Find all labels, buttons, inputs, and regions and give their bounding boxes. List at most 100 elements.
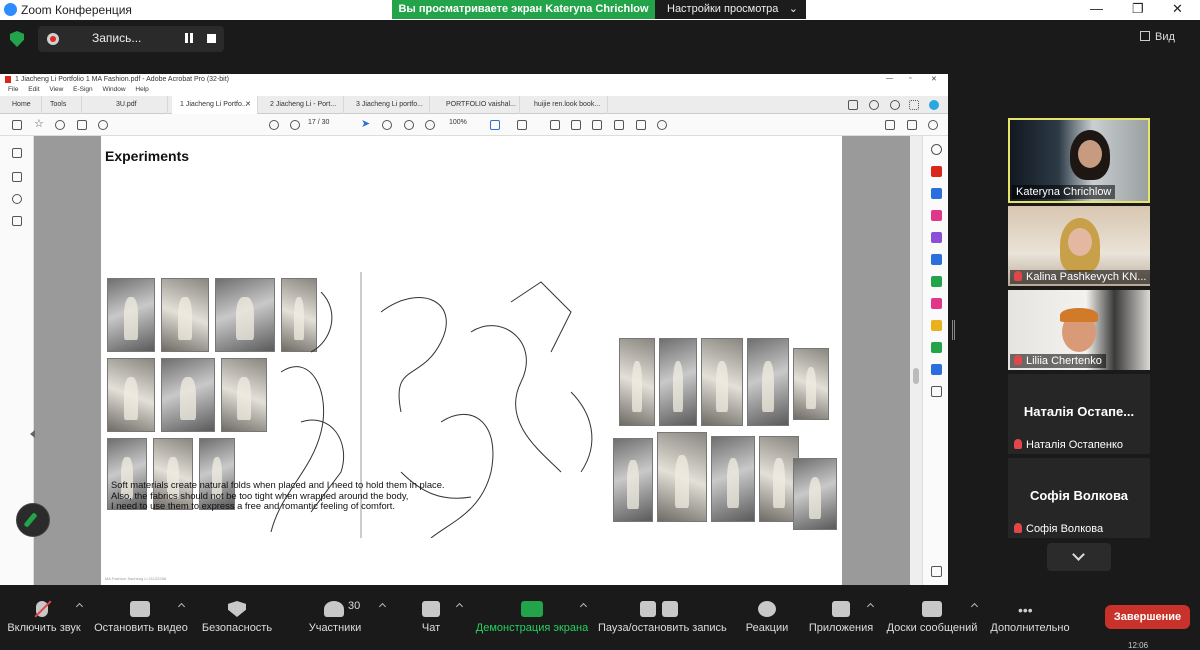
next-page-icon[interactable] (290, 120, 300, 130)
apps-options-caret[interactable] (866, 602, 875, 611)
close-button[interactable]: ✕ (1172, 1, 1183, 17)
highlight-icon[interactable] (571, 120, 581, 130)
tab-jiacheng-portfolio-3[interactable]: 3 Jiacheng Li portfo... (348, 96, 430, 114)
whiteboard-options-caret[interactable] (970, 602, 979, 611)
zoom-in-icon[interactable] (425, 120, 435, 130)
rotate-icon[interactable] (657, 120, 667, 130)
bookmark-star-icon[interactable]: ☆ (34, 117, 44, 130)
view-settings-dropdown[interactable]: Настройки просмотра ⌄ (655, 0, 806, 19)
page-indicator[interactable]: 17 / 30 (308, 119, 329, 126)
save-icon[interactable] (12, 120, 22, 130)
end-meeting-button[interactable]: Завершение (1105, 605, 1190, 629)
email-icon[interactable] (907, 120, 917, 130)
acrobat-close-button[interactable]: ✕ (931, 75, 937, 83)
acrobat-minimize-button[interactable]: — (886, 75, 893, 82)
more-button[interactable]: ••• Дополнительно (988, 590, 1072, 647)
account-icon[interactable] (928, 120, 938, 130)
tab-jiacheng-portfolio-1[interactable]: 1 Jiacheng Li Portfo... ✕ (172, 96, 258, 114)
zoom-tool-icon[interactable] (931, 144, 942, 155)
apps-grid-icon[interactable] (909, 100, 919, 110)
participants-button[interactable]: 30 Участники (300, 590, 387, 647)
security-shield-icon[interactable] (10, 31, 24, 47)
pause-recording-button[interactable]: Пауза/остановить запись (598, 590, 727, 647)
tab-close-icon[interactable]: ✕ (245, 96, 251, 114)
menu-help[interactable]: Help (135, 86, 148, 93)
comment-icon[interactable] (550, 120, 560, 130)
print-production-icon[interactable] (931, 342, 942, 353)
restore-button[interactable]: ❐ (1132, 1, 1144, 17)
menu-window[interactable]: Window (102, 86, 125, 93)
bookmarks-icon[interactable] (12, 172, 22, 182)
document-scrollbar[interactable] (910, 136, 922, 585)
whiteboards-button[interactable]: Доски сообщений (884, 590, 980, 647)
fill-sign-icon[interactable] (931, 232, 942, 243)
print-icon[interactable] (77, 120, 87, 130)
participant-tile-sofia[interactable]: Софія Волкова Софія Волкова (1008, 458, 1150, 538)
participant-tile-kateryna[interactable]: Kateryna Chrichlow (1008, 118, 1150, 203)
participants-scroll-down-button[interactable] (1047, 543, 1111, 571)
share-options-caret[interactable] (579, 602, 588, 611)
participant-tile-liliia[interactable]: Liliia Chertenko (1008, 290, 1150, 370)
pages-thumbnail-icon[interactable] (12, 148, 22, 158)
tab-portfolio-vaishali[interactable]: PORTFOLIO vaishal... (438, 96, 520, 114)
draw-icon[interactable] (592, 120, 602, 130)
delete-icon[interactable] (636, 120, 646, 130)
tab-tools[interactable]: Tools (42, 96, 82, 114)
sign-icon[interactable] (885, 120, 895, 130)
menu-view[interactable]: View (49, 86, 63, 93)
chat-button[interactable]: Чат (410, 590, 464, 647)
organize-pages-icon[interactable] (931, 254, 942, 265)
tab-huijie-ren[interactable]: huijie ren.look book... (526, 96, 608, 114)
view-button[interactable]: Вид (1155, 31, 1175, 43)
audio-options-caret[interactable] (75, 602, 84, 611)
unmute-button[interactable]: Включить звук (2, 590, 86, 647)
participant-tile-kalina[interactable]: Kalina Pashkevych KN... (1008, 206, 1150, 286)
view-grid-icon[interactable] (1140, 31, 1150, 41)
page-current[interactable]: 17 (308, 119, 316, 126)
protect-icon[interactable] (931, 364, 942, 375)
zoom-level-dropdown[interactable]: 100% (449, 119, 467, 126)
minimize-button[interactable]: — (1090, 1, 1103, 16)
hand-tool-icon[interactable] (382, 120, 392, 130)
upload-cloud-icon[interactable] (55, 120, 65, 130)
previous-page-icon[interactable] (269, 120, 279, 130)
collapse-rail-icon[interactable] (931, 566, 942, 577)
share-icon[interactable] (848, 100, 858, 110)
create-pdf-icon[interactable] (931, 188, 942, 199)
more-tools-icon[interactable] (931, 386, 942, 397)
menu-esign[interactable]: E-Sign (73, 86, 93, 93)
tab-3u-pdf[interactable]: 3U.pdf (108, 96, 168, 114)
panel-resize-handle[interactable] (952, 320, 955, 340)
scrollbar-thumb[interactable] (913, 368, 919, 384)
compress-icon[interactable] (931, 276, 942, 287)
tab-home[interactable]: Home (4, 96, 42, 114)
export-pdf-icon[interactable] (931, 166, 942, 177)
share-screen-button[interactable]: Демонстрация экрана (474, 590, 590, 647)
layers-icon[interactable] (12, 216, 22, 226)
menu-file[interactable]: File (8, 86, 18, 93)
edit-pdf-icon[interactable] (931, 210, 942, 221)
tab-jiacheng-portfolio-2[interactable]: 2 Jiacheng Li - Port... (262, 96, 344, 114)
participants-options-caret[interactable] (378, 602, 387, 611)
stop-video-button[interactable]: Остановить видео (92, 590, 190, 647)
video-options-caret[interactable] (177, 602, 186, 611)
fit-page-icon[interactable] (490, 120, 500, 130)
acrobat-restore-button[interactable]: ▫ (909, 75, 911, 82)
pause-recording-icon[interactable] (185, 33, 193, 43)
zoom-out-icon[interactable] (404, 120, 414, 130)
annotate-pen-button[interactable] (16, 503, 50, 537)
participant-tile-natalia[interactable]: Наталія Остапе... Наталія Остапенко (1008, 374, 1150, 454)
security-button[interactable]: Безопасность (200, 590, 274, 647)
account-avatar[interactable] (929, 100, 939, 110)
stamp-icon[interactable] (614, 120, 624, 130)
notifications-icon[interactable] (890, 100, 900, 110)
chat-options-caret[interactable] (455, 602, 464, 611)
stop-recording-icon[interactable] (207, 34, 216, 43)
comment-tool-icon[interactable] (931, 320, 942, 331)
menu-edit[interactable]: Edit (28, 86, 39, 93)
attachments-icon[interactable] (12, 194, 22, 204)
scan-icon[interactable] (931, 298, 942, 309)
scroll-mode-icon[interactable] (517, 120, 527, 130)
find-icon[interactable] (98, 120, 108, 130)
reactions-button[interactable]: Реакции (744, 590, 790, 647)
